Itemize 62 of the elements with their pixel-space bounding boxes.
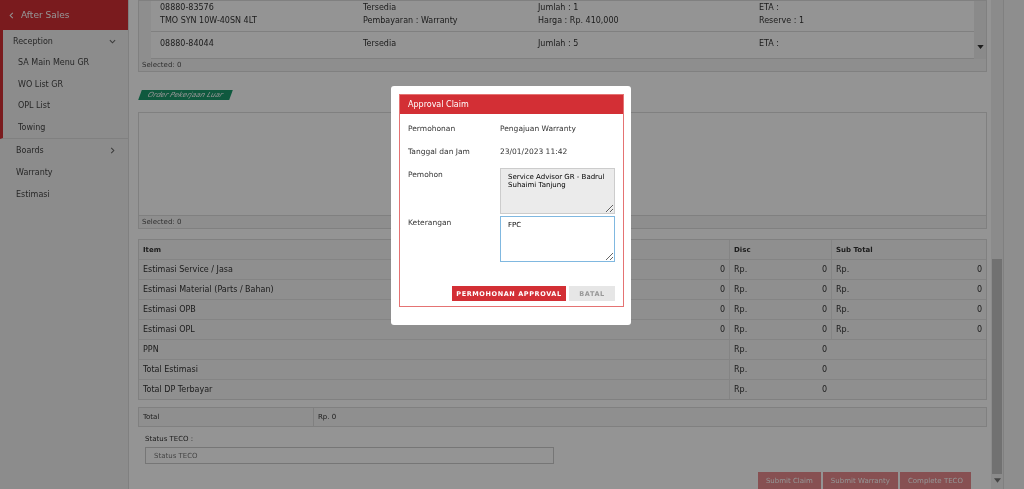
scroll-down-icon[interactable] — [993, 478, 1001, 483]
table-cell: ETA : — [759, 38, 780, 48]
table-cell: 0 — [821, 365, 827, 375]
currency-label: Rp. — [734, 285, 748, 295]
table-cell: 0 — [821, 285, 827, 295]
table-cell: 0 — [719, 265, 725, 275]
table-cell-text: Pembayaran : Warranty — [363, 16, 459, 25]
currency-label: Rp. — [734, 385, 748, 395]
table-cell: Estimasi OPB — [143, 305, 196, 315]
table-cell: 0 — [719, 285, 725, 295]
table-cell: 0 — [821, 265, 827, 275]
currency-label: Rp. — [836, 285, 850, 295]
back-icon — [8, 11, 15, 19]
dialog-title: Approval Claim — [400, 95, 623, 114]
table-cell: 0 — [821, 385, 827, 395]
table-cell: 0 — [821, 325, 827, 335]
sidebar-subitem[interactable]: WO List GR — [3, 73, 128, 95]
table-cell: Estimasi OPL — [143, 325, 195, 335]
chevron-down-icon — [109, 37, 116, 45]
sidebar-item[interactable]: Reception — [3, 30, 128, 52]
sidebar-title: After Sales — [21, 10, 70, 20]
currency-label: Rp. — [734, 345, 748, 355]
currency-label: Rp. — [836, 325, 850, 335]
table-cell-text: Tersedia — [363, 38, 398, 48]
sidebar-item[interactable]: Boards — [3, 139, 128, 161]
table-cell: Reserve : 1 — [759, 16, 805, 25]
table-cell-text: TMO SYN 10W-40SN 4LT — [160, 16, 258, 25]
table-cell: Estimasi Material (Parts / Bahan) — [143, 285, 274, 295]
table-cell: 0 — [719, 325, 725, 335]
table-cell: 0 — [976, 305, 982, 315]
table-cell-text: 08880-83576 — [160, 3, 215, 12]
table-cell: 0 — [976, 285, 982, 295]
table-cell: Estimasi Service / Jasa — [143, 265, 233, 275]
table-cell-text: Harga : Rp. 410,000 — [538, 16, 620, 25]
table-cell-text: Jumlah : 1 — [538, 3, 580, 12]
table-cell-text: 08880-84044 — [160, 38, 215, 48]
currency-label: Rp. — [836, 265, 850, 275]
sidebar-header[interactable]: After Sales — [0, 0, 128, 30]
currency-label: Rp. — [734, 365, 748, 375]
sidebar-subitem[interactable]: OPL List — [3, 95, 128, 117]
scrollbar[interactable] — [991, 0, 1003, 489]
scroll-down-icon[interactable] — [976, 45, 984, 49]
table-cell: 0 — [821, 305, 827, 315]
table-cell: ETA : — [759, 3, 780, 12]
sidebar-item[interactable]: Estimasi — [3, 183, 128, 205]
table-cell: Total DP Terbayar — [143, 385, 213, 395]
currency-label: Rp. — [836, 305, 850, 315]
table-cell-text: Jumlah : 5 — [538, 38, 580, 48]
currency-label: Rp. — [734, 325, 748, 335]
chevron-right-icon — [109, 146, 116, 154]
sidebar-subitem[interactable]: Towing — [3, 116, 128, 138]
currency-label: Rp. — [734, 265, 748, 275]
table-cell: 0 — [976, 325, 982, 335]
table-cell: 0 — [719, 305, 725, 315]
currency-label: Rp. — [734, 305, 748, 315]
table-cell-text: Tersedia — [363, 3, 398, 12]
table-cell: Total Estimasi — [143, 365, 198, 375]
table-cell: 0 — [976, 265, 982, 275]
sidebar-subitem[interactable]: SA Main Menu GR — [3, 52, 128, 74]
table-cell: PPN — [143, 345, 159, 355]
table-cell: 0 — [821, 345, 827, 355]
sidebar-item[interactable]: Warranty — [3, 161, 128, 183]
